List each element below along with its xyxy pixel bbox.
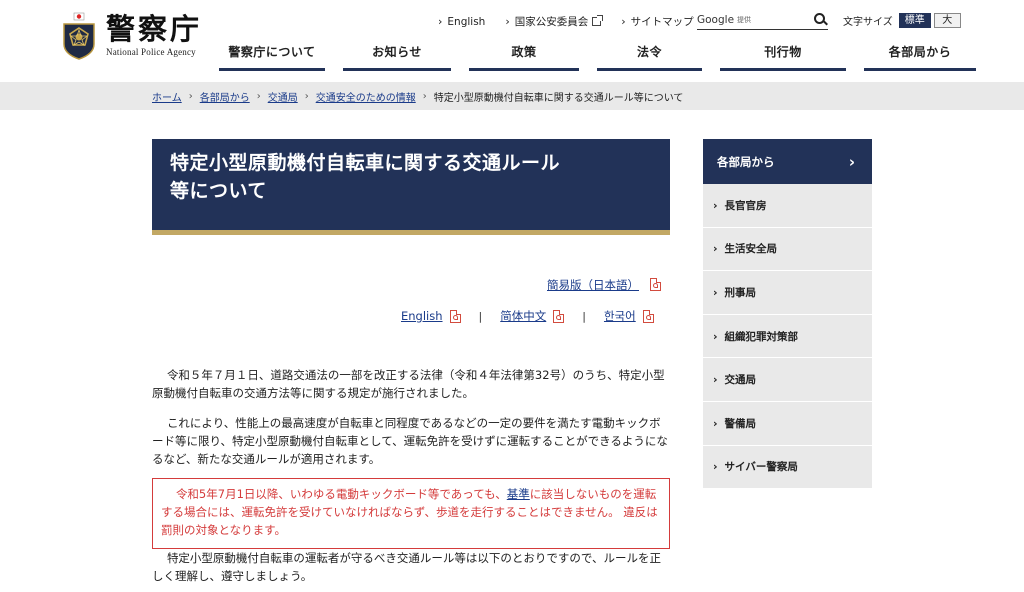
sidebar-item-cyber[interactable]: › サイバー警察局 bbox=[703, 446, 872, 490]
chevron-right-icon: › bbox=[713, 329, 718, 343]
site-search: Google 提供 bbox=[697, 10, 828, 30]
lang-chinese[interactable]: 简体中文 bbox=[500, 308, 565, 324]
sidebar-item-label: 刑事局 bbox=[724, 286, 757, 299]
rules-paragraph: これにより、性能上の最高速度が自転車と同程度であるなどの一定の要件を満たす電動キ… bbox=[152, 416, 668, 466]
sidebar-item-label: 長官官房 bbox=[724, 199, 767, 212]
compliance-paragraph: 特定小型原動機付自転車の運転者が守るべき交通ルール等は以下のとおりですので、ルー… bbox=[152, 551, 661, 583]
easy-version-link[interactable]: 簡易版（日本語） bbox=[547, 277, 661, 293]
pdf-icon bbox=[553, 309, 565, 323]
external-link-icon bbox=[592, 15, 604, 26]
sidebar-item-security[interactable]: › 警備局 bbox=[703, 402, 872, 446]
chevron-right-icon: › bbox=[848, 152, 855, 171]
page-title: 特定小型原動機付自転車に関する交通ルール 等について bbox=[170, 149, 652, 205]
chevron-right-icon: › bbox=[621, 15, 626, 28]
sidebar-item-criminal-affairs[interactable]: › 刑事局 bbox=[703, 271, 872, 315]
utility-links: › English › 国家公安委員会 › サイトマップ bbox=[438, 14, 714, 29]
sidebar-heading[interactable]: 各部局から › bbox=[703, 139, 872, 184]
global-nav: 警察庁について お知らせ 政策 法令 刊行物 各部局から bbox=[219, 43, 976, 71]
google-provided-label: 提供 bbox=[737, 15, 752, 24]
separator: | bbox=[582, 309, 586, 323]
nav-publications[interactable]: 刊行物 bbox=[720, 43, 846, 71]
ncpsc-link-label: 国家公安委員会 bbox=[514, 16, 589, 28]
separator: | bbox=[478, 309, 483, 323]
chevron-right-icon: › bbox=[713, 373, 718, 387]
search-icon[interactable] bbox=[812, 12, 828, 28]
breadcrumb-separator-icon: › bbox=[304, 90, 309, 102]
chevron-right-icon: › bbox=[713, 460, 718, 474]
sidebar-heading-label: 各部局から bbox=[717, 154, 775, 169]
chevron-right-icon: › bbox=[505, 15, 510, 28]
lang-chinese-label[interactable]: 简体中文 bbox=[500, 308, 546, 324]
breadcrumb-separator-icon: › bbox=[256, 90, 261, 102]
chevron-right-icon: › bbox=[713, 416, 718, 430]
police-emblem-icon bbox=[60, 12, 98, 60]
nav-about[interactable]: 警察庁について bbox=[219, 43, 325, 71]
google-label: Google bbox=[697, 13, 735, 26]
sidebar-item-label: 生活安全局 bbox=[724, 243, 778, 256]
font-size-switcher: 文字サイズ 標準 大 bbox=[843, 13, 964, 28]
language-links: English | 简体中文 | 한국어 bbox=[401, 308, 654, 324]
ncpsc-link[interactable]: › 国家公安委員会 bbox=[505, 14, 604, 29]
pdf-icon bbox=[642, 309, 654, 323]
lang-korean[interactable]: 한국어 bbox=[604, 308, 654, 324]
site-logo[interactable]: 警察庁 National Police Agency bbox=[60, 12, 202, 60]
site-header: 警察庁 National Police Agency › English › 国… bbox=[0, 0, 1024, 82]
lang-english-label[interactable]: English bbox=[401, 309, 443, 323]
sidebar-item-label: 組織犯罪対策部 bbox=[724, 330, 799, 343]
breadcrumb-home[interactable]: ホーム bbox=[152, 89, 182, 104]
pdf-icon bbox=[649, 278, 661, 291]
sitemap-link[interactable]: › サイトマップ bbox=[621, 14, 693, 29]
search-input[interactable] bbox=[751, 14, 812, 25]
logo-subtitle: National Police Agency bbox=[106, 47, 196, 57]
chevron-right-icon: › bbox=[713, 242, 718, 256]
english-link[interactable]: › English bbox=[438, 15, 485, 28]
nav-policy[interactable]: 政策 bbox=[469, 43, 579, 71]
warning-notice: 令和5年7月1日以降、いわゆる電動キックボード等であっても、基準に該当しないもの… bbox=[152, 478, 670, 549]
lang-english[interactable]: English bbox=[401, 309, 461, 323]
nav-laws[interactable]: 法令 bbox=[597, 43, 702, 71]
nav-news[interactable]: お知らせ bbox=[343, 43, 451, 71]
breadcrumb-current: 特定小型原動機付自転車に関する交通ルール等について bbox=[433, 92, 684, 104]
nav-bureaus[interactable]: 各部局から bbox=[864, 43, 976, 71]
breadcrumb-bureaus[interactable]: 各部局から bbox=[200, 89, 250, 104]
chevron-right-icon: › bbox=[713, 198, 718, 212]
standard-link[interactable]: 基準 bbox=[507, 487, 530, 501]
chevron-right-icon: › bbox=[713, 285, 718, 299]
lang-korean-label[interactable]: 한국어 bbox=[604, 308, 636, 324]
sidebar-item-label: 交通局 bbox=[724, 374, 757, 387]
breadcrumb-separator-icon: › bbox=[188, 90, 193, 102]
sidebar-item-traffic[interactable]: › 交通局 bbox=[703, 358, 872, 402]
notice-text-before: 令和5年7月1日以降、いわゆる電動キックボード等であっても、 bbox=[175, 487, 507, 501]
sidebar-item-label: 警備局 bbox=[724, 417, 757, 430]
font-size-standard-button[interactable]: 標準 bbox=[898, 13, 931, 28]
sidebar-item-secretariat[interactable]: › 長官官房 bbox=[703, 184, 872, 228]
page-title-line-2: 等について bbox=[170, 180, 267, 202]
page-title-box: 特定小型原動機付自転車に関する交通ルール 等について bbox=[152, 139, 670, 235]
breadcrumb-separator-icon: › bbox=[422, 90, 427, 102]
intro-paragraph: 令和５年７月１日、道路交通法の一部を改正する法律（令和４年法律第32号）のうち、… bbox=[152, 368, 665, 400]
sidebar-list: › 長官官房 › 生活安全局 › 刑事局 › 組織犯罪対策部 › 交通局 › 警… bbox=[703, 184, 872, 490]
sidebar-item-organized-crime[interactable]: › 組織犯罪対策部 bbox=[703, 315, 872, 359]
sitemap-link-label: サイトマップ bbox=[630, 16, 694, 28]
breadcrumb-traffic-bureau[interactable]: 交通局 bbox=[268, 89, 298, 104]
font-size-label: 文字サイズ bbox=[843, 17, 893, 28]
breadcrumb: ホーム › 各部局から › 交通局 › 交通安全のための情報 › 特定小型原動機… bbox=[0, 82, 1024, 110]
easy-version-label[interactable]: 簡易版（日本語） bbox=[547, 278, 639, 292]
breadcrumb-traffic-safety[interactable]: 交通安全のための情報 bbox=[316, 89, 416, 104]
page-title-line-1: 特定小型原動機付自転車に関する交通ルール bbox=[170, 152, 561, 174]
chevron-right-icon: › bbox=[438, 15, 443, 28]
sidebar-item-community-safety[interactable]: › 生活安全局 bbox=[703, 228, 872, 272]
english-link-label: English bbox=[447, 15, 486, 28]
sidebar-item-label: サイバー警察局 bbox=[724, 461, 798, 474]
font-size-large-button[interactable]: 大 bbox=[933, 13, 961, 28]
pdf-icon bbox=[449, 309, 461, 323]
logo-title: 警察庁 bbox=[106, 12, 203, 46]
